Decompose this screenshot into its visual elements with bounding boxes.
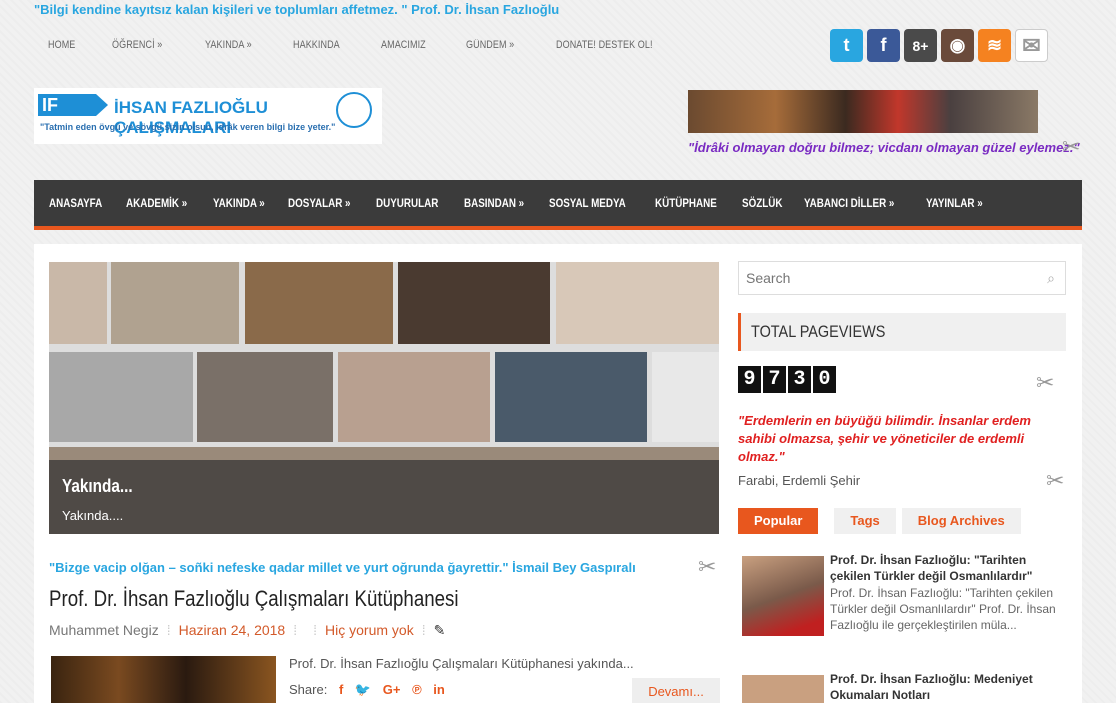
top-nav-yakinda[interactable]: YAKINDA » [205, 39, 252, 51]
popular-item[interactable]: Prof. Dr. İhsan Fazlıoğlu: "Tarihten çek… [738, 552, 1068, 662]
logo-motto: "Tatmin eden övgü ve sövgü sizin olsun, … [40, 122, 336, 132]
twitter-share-icon[interactable]: 🐦 [355, 682, 371, 697]
top-nav-hakkinda[interactable]: HAKKINDA [293, 39, 340, 51]
nav-kutuphane[interactable]: KÜTÜPHANE [655, 196, 717, 210]
instagram-icon[interactable]: ◉ [941, 29, 974, 62]
nav-yayinlar[interactable]: YAYINLAR » [926, 196, 983, 210]
edit-widget-icon[interactable]: ✂ [1062, 134, 1080, 160]
pageviews-widget-title: TOTAL PAGEVIEWS [738, 313, 1066, 351]
tab-blog-archives[interactable]: Blog Archives [901, 508, 1021, 534]
pageviews-counter: 9 7 3 0 [738, 366, 836, 393]
slider-photo [197, 352, 333, 442]
edit-widget-icon[interactable]: ✂ [1046, 468, 1064, 494]
pageviews-title: TOTAL PAGEVIEWS [751, 322, 886, 341]
slider-photo [338, 352, 490, 442]
popular-thumbnail[interactable] [742, 556, 824, 636]
google-plus-icon[interactable]: 8+ [904, 29, 937, 62]
top-nav-home[interactable]: HOME [48, 39, 75, 51]
header-banner-image [688, 90, 1038, 133]
slider-photo [111, 262, 239, 344]
popular-title[interactable]: Prof. Dr. İhsan Fazlıoğlu: "Tarihten çek… [830, 552, 1070, 584]
post-excerpt: Prof. Dr. İhsan Fazlıoğlu Çalışmaları Kü… [289, 656, 634, 671]
read-more-button[interactable]: Devamı... [632, 678, 720, 703]
nav-sozluk[interactable]: SÖZLÜK [742, 196, 782, 210]
slider-photo [652, 352, 719, 442]
nav-duyurular[interactable]: DUYURULAR [376, 196, 438, 210]
farabi-source: Farabi, Erdemli Şehir [738, 473, 861, 488]
edit-widget-icon[interactable]: ✂ [1036, 370, 1054, 396]
post-thumbnail[interactable] [51, 656, 276, 703]
popular-item[interactable]: Prof. Dr. İhsan Fazlıoğlu: Medeniyet Oku… [738, 671, 1068, 703]
nav-yakinda[interactable]: YAKINDA » [213, 196, 265, 210]
slider-subtitle: Yakında.... [62, 508, 124, 523]
edit-widget-icon[interactable]: ✂ [698, 554, 716, 580]
counter-digit: 9 [738, 366, 761, 393]
slider-photo [495, 352, 647, 442]
emblem-icon [336, 92, 372, 128]
slider-photo [398, 262, 550, 344]
farabi-quote: "Erdemlerin en büyüğü bilimdir. İnsanlar… [738, 413, 1031, 464]
pinterest-share-icon[interactable]: ℗ [412, 682, 422, 697]
nav-anasayfa[interactable]: ANASAYFA [49, 196, 102, 210]
top-nav: HOME ÖĞRENCİ » YAKINDA » HAKKINDA AMACIM… [48, 39, 705, 51]
post-title[interactable]: Prof. Dr. İhsan Fazlıoğlu Çalışmaları Kü… [49, 586, 459, 612]
top-quote: "Bilgi kendine kayıtsız kalan kişileri v… [34, 2, 560, 17]
slider-title[interactable]: Yakında... [62, 476, 133, 497]
gaspirali-quote: "Bizge vacip olğan – soñki nefeske qadar… [49, 560, 636, 575]
share-bar: Share: f 🐦 G+ ℗ in [289, 682, 445, 698]
tab-tags[interactable]: Tags [834, 508, 896, 534]
slider-photo [245, 262, 393, 344]
main-nav: ANASAYFA AKADEMİK » YAKINDA » DOSYALAR »… [34, 180, 1082, 230]
top-nav-amacimiz[interactable]: AMACIMIZ [381, 39, 426, 51]
linkedin-share-icon[interactable]: in [433, 682, 445, 697]
nav-yabanci-diller[interactable]: YABANCI DİLLER » [804, 196, 894, 210]
social-icons: t f 8+ ◉ ≋ ✉ [830, 29, 1048, 62]
email-icon[interactable]: ✉ [1015, 29, 1048, 62]
facebook-share-icon[interactable]: f [339, 682, 343, 697]
top-nav-ogrenci[interactable]: ÖĞRENCİ » [112, 39, 162, 51]
popular-excerpt: Prof. Dr. İhsan Fazlıoğlu: "Tarihten çek… [830, 586, 1056, 632]
top-nav-gundem[interactable]: GÜNDEM » [466, 39, 514, 51]
slider-photo [49, 352, 193, 442]
search-input[interactable] [739, 262, 1029, 294]
tab-popular[interactable]: Popular [738, 508, 819, 534]
nav-dosyalar[interactable]: DOSYALAR » [288, 196, 351, 210]
pencil-icon[interactable]: ✎ [434, 622, 446, 638]
counter-digit: 3 [788, 366, 811, 393]
post-author[interactable]: Muhammet Negiz [49, 622, 159, 638]
slider-photo [49, 262, 107, 344]
counter-digit: 7 [763, 366, 786, 393]
nav-basindan[interactable]: BASINDAN » [464, 196, 524, 210]
popular-title[interactable]: Prof. Dr. İhsan Fazlıoğlu: Medeniyet Oku… [830, 671, 1070, 703]
nav-akademik[interactable]: AKADEMİK » [126, 196, 187, 210]
facebook-icon[interactable]: f [867, 29, 900, 62]
popular-thumbnail[interactable] [742, 675, 824, 703]
rss-icon[interactable]: ≋ [978, 29, 1011, 62]
search-box: ⌕ [738, 261, 1066, 295]
header-slogan: "İdrâki olmayan doğru bilmez; vicdanı ol… [688, 140, 1080, 155]
post-date[interactable]: Haziran 24, 2018 [179, 622, 286, 638]
post-comments[interactable]: Hiç yorum yok [325, 622, 414, 638]
top-nav-donate[interactable]: DONATE! DESTEK OL! [556, 39, 653, 51]
slider-photo [556, 262, 719, 344]
post-meta: Muhammet Negiz ⁞ Haziran 24, 2018 ⁞ ⁞ Hiç yor… [49, 622, 446, 638]
twitter-icon[interactable]: t [830, 29, 863, 62]
search-icon[interactable]: ⌕ [1047, 270, 1055, 287]
site-logo[interactable]: IF İHSAN FAZLIOĞLU ÇALIŞMALARI "Tatmin e… [34, 88, 382, 144]
slider-caption-bar [49, 460, 719, 534]
sidebar-tabs: Popular Tags Blog Archives [738, 508, 1021, 534]
counter-digit: 0 [813, 366, 836, 393]
nav-sosyal-medya[interactable]: SOSYAL MEDYA [549, 196, 626, 210]
share-label: Share: [289, 682, 328, 697]
google-plus-share-icon[interactable]: G+ [383, 682, 401, 697]
logo-mark: IF [38, 94, 108, 116]
